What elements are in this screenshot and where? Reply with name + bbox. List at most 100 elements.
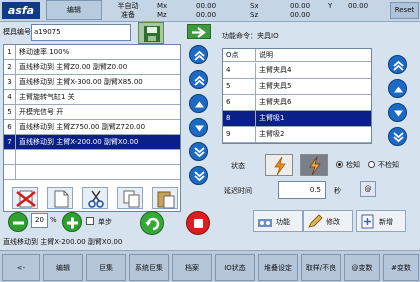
modify-button-label: 修改	[326, 218, 340, 226]
triangle-up-icon	[195, 101, 204, 108]
io-row[interactable]: 5 主臂夹具5	[223, 79, 371, 95]
step-number: 2	[4, 60, 16, 74]
reset-button[interactable]: Reset	[390, 2, 419, 19]
state-label: 状态	[231, 162, 245, 170]
program-row[interactable]: 4 主臂旋转气缸1 关	[4, 90, 180, 105]
detect-radio[interactable]	[336, 161, 343, 168]
axis-y-value: 00.00	[348, 2, 369, 10]
program-row-empty[interactable]	[4, 150, 180, 165]
io-desc: 主臂吸1	[259, 114, 285, 122]
state-on-button[interactable]	[265, 154, 293, 176]
step-text: 直线移动到 主臂Z0.00 副臂Z0.00	[19, 63, 128, 71]
menu-stack-setting-button[interactable]: 堆叠设定	[258, 254, 298, 281]
add-button[interactable]: 新增	[356, 210, 406, 232]
delete-button[interactable]	[12, 187, 38, 209]
axis-y-label: Y	[328, 2, 333, 10]
io-col-point: O点	[223, 49, 256, 61]
axis-sz-label: Sz	[250, 11, 259, 19]
menu-file-button[interactable]: 档案	[172, 254, 212, 281]
delay-time-label: 延迟时间	[224, 187, 252, 195]
step-text: 主臂旋转气缸1 关	[19, 93, 75, 101]
io-point: 5	[223, 79, 256, 94]
program-row-selected[interactable]: 7 直线移动到 主臂X-200.00 副臂X0.00	[4, 135, 180, 150]
menu-io-status-button[interactable]: IO状态	[215, 254, 255, 281]
program-down-button[interactable]	[189, 118, 208, 137]
io-top-button[interactable]	[388, 55, 407, 74]
program-row-empty[interactable]	[4, 165, 180, 180]
mode-button[interactable]: 编辑	[46, 0, 102, 20]
io-row-selected[interactable]: 8 主臂吸1	[223, 111, 371, 127]
state-off-button[interactable]	[300, 154, 328, 176]
function-button[interactable]: 功能	[253, 210, 303, 232]
program-row[interactable]: 3 直线移动到 主臂X-300.00 副臂X85.00	[4, 75, 180, 90]
detect-label: 检知	[346, 161, 360, 169]
triangle-up-icon	[394, 86, 403, 93]
program-page-down-button[interactable]	[189, 142, 208, 161]
speed-percent-input[interactable]: 20	[31, 213, 48, 228]
step-number: 1	[4, 45, 16, 59]
stop-button[interactable]	[186, 211, 210, 235]
plus-icon	[67, 217, 78, 229]
io-down-button[interactable]	[388, 103, 407, 122]
menu-system-macro-button[interactable]: 系统巨集	[129, 254, 169, 281]
program-row[interactable]: 1 移动速率 100%	[4, 45, 180, 60]
mold-number-label: 模具编号	[3, 28, 31, 36]
io-row[interactable]: 9 主臂吸2	[223, 127, 371, 143]
double-chevron-down-icon	[393, 132, 404, 143]
copy-icon	[123, 190, 140, 208]
single-step-checkbox[interactable]	[86, 217, 94, 225]
cycle-run-button[interactable]	[140, 211, 164, 235]
io-bottom-button[interactable]	[388, 127, 407, 146]
axis-mx-label: Mx	[157, 2, 168, 10]
step-number: 6	[4, 120, 16, 134]
io-row[interactable]: 4 主臂夹具4	[223, 63, 371, 79]
io-point: 8	[223, 111, 256, 126]
axis-sx-label: Sx	[250, 2, 259, 10]
cut-button[interactable]	[82, 187, 108, 209]
menu-macro-button[interactable]: 巨集	[86, 254, 126, 281]
io-up-button[interactable]	[388, 79, 407, 98]
menu-edit-button[interactable]: 编辑	[43, 254, 83, 281]
bottom-menu-bar: <- 编辑 巨集 系统巨集 档案 IO状态 堆叠设定 取样/不良 @变数 #变数	[0, 250, 420, 282]
step-number	[4, 165, 16, 179]
mold-number-input[interactable]: a19075	[31, 24, 131, 41]
axis-mz-label: Mz	[157, 11, 167, 19]
triangle-down-icon	[195, 125, 204, 132]
paste-icon	[157, 191, 175, 209]
lightning-icon	[309, 156, 321, 176]
variable-button[interactable]: @	[360, 181, 376, 197]
program-top-button[interactable]	[189, 45, 208, 64]
program-row[interactable]: 2 直线移动到 主臂Z0.00 副臂Z0.00	[4, 60, 180, 75]
program-up-button[interactable]	[189, 94, 208, 113]
run-mode-label: 半自动	[117, 2, 139, 10]
save-button[interactable]	[138, 22, 164, 44]
speed-increase-button[interactable]	[62, 212, 82, 232]
menu-sample-reject-button[interactable]: 取样/不良	[301, 254, 341, 281]
paste-button[interactable]	[152, 187, 178, 209]
program-page-up-button[interactable]	[189, 70, 208, 89]
double-chevron-down-icon	[194, 147, 205, 158]
modify-button[interactable]: 修改	[303, 210, 353, 232]
pencil-icon	[308, 214, 323, 228]
menu-hash-variable-button[interactable]: #变数	[383, 254, 419, 281]
io-desc: 主臂夹具4	[259, 66, 292, 74]
add-button-label: 新增	[379, 218, 393, 226]
program-bottom-button[interactable]	[189, 166, 208, 185]
step-number: 3	[4, 75, 16, 89]
function-command-label: 功能命令：夹具IO	[222, 31, 279, 41]
program-row[interactable]: 6 直线移动到 主臂Z750.00 副臂Z720.00	[4, 120, 180, 135]
enter-arrow-button[interactable]	[187, 24, 211, 39]
menu-back-button[interactable]: <-	[2, 254, 40, 281]
lightning-icon	[274, 156, 286, 176]
no-detect-radio[interactable]	[368, 161, 375, 168]
brand-logo: asfa	[2, 2, 40, 19]
delay-time-input[interactable]: 0.5	[278, 181, 326, 199]
function-command-caption: 功能命令：	[222, 32, 257, 40]
function-icon	[258, 219, 272, 227]
speed-decrease-button[interactable]	[8, 212, 28, 232]
new-file-button[interactable]	[47, 187, 73, 209]
program-row[interactable]: 5 开模完信号 开	[4, 105, 180, 120]
menu-at-variable-button[interactable]: @变数	[344, 254, 380, 281]
io-row[interactable]: 6 主臂夹具6	[223, 95, 371, 111]
copy-button[interactable]	[117, 187, 143, 209]
